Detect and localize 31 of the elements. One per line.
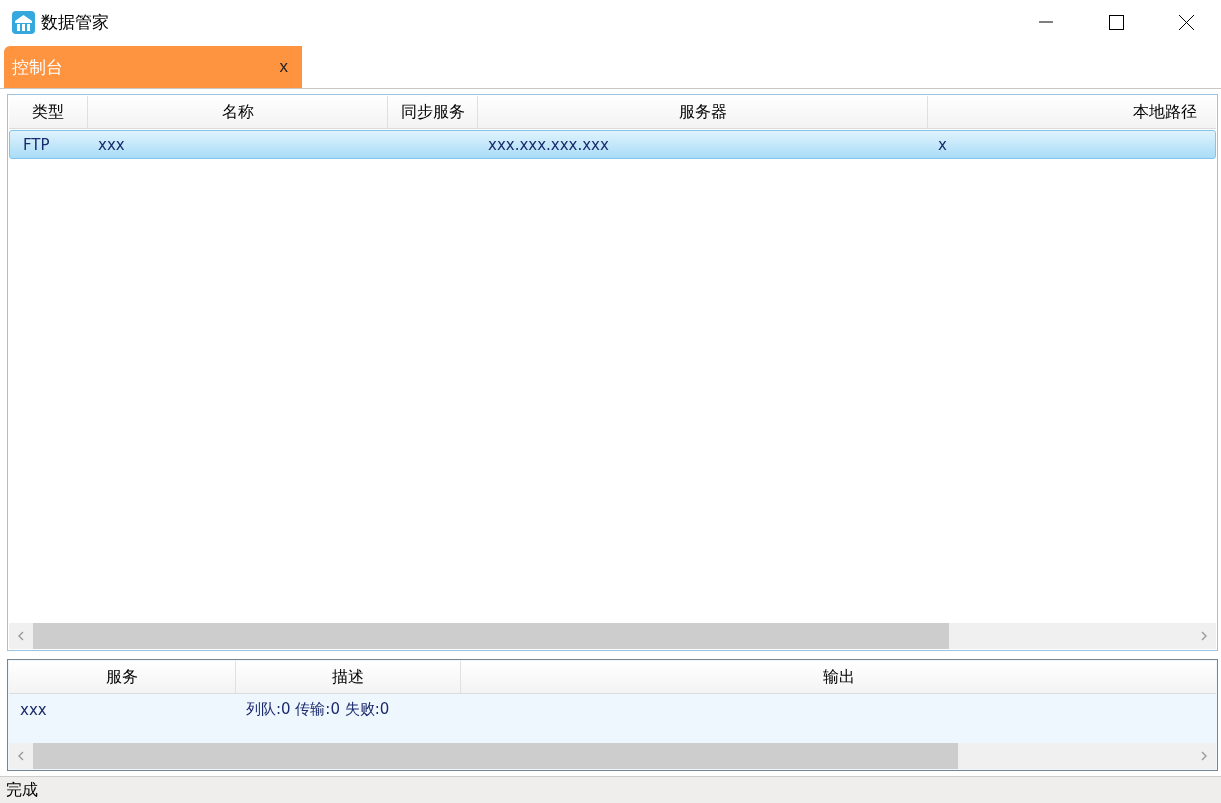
column-header[interactable]: 服务器 [478,96,928,128]
scroll-right-icon[interactable] [1201,631,1207,641]
column-header[interactable]: 类型 [9,96,88,128]
horizontal-scrollbar[interactable] [9,743,1216,769]
column-header[interactable]: 输出 [461,661,1217,693]
column-header[interactable]: 名称 [88,96,388,128]
maximize-icon [1108,14,1124,30]
table-cell: 列队:0 传输:0 失败:0 [246,700,390,718]
scrollbar-thumb[interactable] [33,743,958,769]
table-row[interactable]: xxx 列队:0 传输:0 失败:0 [9,695,1216,724]
table-cell: FTP [23,135,50,154]
console-tab[interactable]: 控制台 x [4,46,302,88]
close-icon [1178,14,1194,30]
scroll-right-icon[interactable] [1201,751,1207,761]
selected-table-row[interactable]: FTP xxx xxx.xxx.xxx.xxx x [9,130,1216,159]
scroll-left-icon[interactable] [18,751,24,761]
column-header[interactable]: 服务 [9,661,236,693]
app-logo-icon [12,10,35,34]
column-header[interactable]: 本地路径 [928,96,1217,128]
table-cell: x [938,135,947,154]
table-cell: xxx.xxx.xxx.xxx [488,135,609,154]
table-cell: xxx [98,135,125,154]
scroll-left-icon[interactable] [18,631,24,641]
column-header[interactable]: 同步服务 [388,96,478,128]
window-title: 数据管家 [41,10,110,34]
status-text: 完成 [6,779,38,801]
scrollbar-thumb[interactable] [33,623,949,649]
table-cell: xxx [20,700,47,719]
column-header[interactable]: 描述 [236,661,461,693]
tab-close-button[interactable]: x [279,57,288,77]
horizontal-scrollbar[interactable] [9,623,1216,649]
